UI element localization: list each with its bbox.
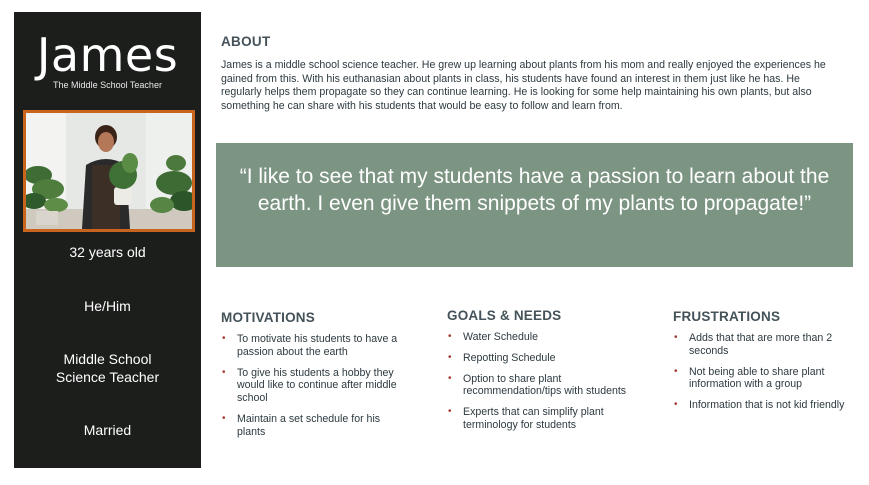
persona-sidebar: James The Middle School Teacher 32 years…: [14, 12, 201, 468]
persona-photo: [23, 110, 195, 232]
list-item: To motivate his students to have a passi…: [221, 333, 406, 359]
list-item: Experts that can simplify plant terminol…: [447, 406, 632, 432]
goals-heading: GOALS & NEEDS: [447, 308, 562, 323]
motivations-section: MOTIVATIONS To motivate his students to …: [221, 310, 406, 447]
motivations-heading: MOTIVATIONS: [221, 310, 315, 325]
list-item: Adds that that are more than 2 seconds: [673, 332, 848, 358]
list-item: Repotting Schedule: [447, 352, 632, 365]
frustrations-list: Adds that that are more than 2 seconds N…: [673, 332, 848, 412]
persona-occupation-line2: Science Teacher: [55, 369, 160, 385]
list-item: Maintain a set schedule for his plants: [221, 413, 406, 439]
list-item: Water Schedule: [447, 331, 632, 344]
quote-banner: “I like to see that my students have a p…: [216, 143, 853, 267]
persona-photo-illustration: [26, 113, 192, 229]
motivations-list: To motivate his students to have a passi…: [221, 333, 406, 439]
list-item: Not being able to share plant informatio…: [673, 366, 848, 392]
list-item: Information that is not kid friendly: [673, 399, 848, 412]
frustrations-section: FRUSTRATIONS Adds that that are more tha…: [673, 309, 848, 420]
list-item: To give his students a hobby they would …: [221, 367, 406, 405]
goals-section: GOALS & NEEDS Water Schedule Repotting S…: [447, 308, 632, 440]
persona-pronouns: He/Him: [84, 298, 131, 314]
persona-name: James: [36, 28, 179, 82]
persona-occupation-line1: Middle School: [63, 351, 152, 367]
quote-text: “I like to see that my students have a p…: [239, 165, 830, 215]
about-text: James is a middle school science teacher…: [221, 59, 826, 112]
persona-age: 32 years old: [69, 244, 146, 260]
list-item: Option to share plant recommendation/tip…: [447, 373, 632, 399]
goals-list: Water Schedule Repotting Schedule Option…: [447, 331, 632, 432]
persona-status: Married: [83, 422, 132, 438]
about-heading: ABOUT: [221, 34, 271, 49]
frustrations-heading: FRUSTRATIONS: [673, 309, 781, 324]
persona-subtitle: The Middle School Teacher: [53, 80, 162, 90]
